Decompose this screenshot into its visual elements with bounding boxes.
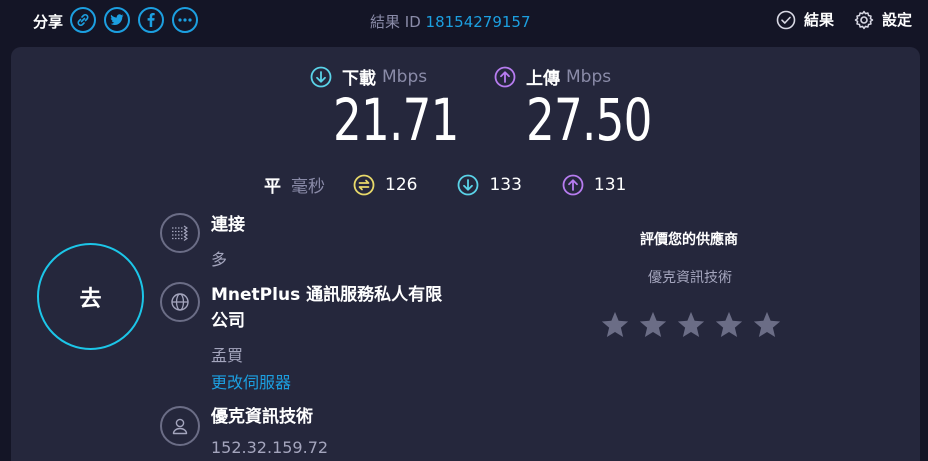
star-rating[interactable] — [600, 310, 790, 340]
isp-ip: 152.32.159.72 — [211, 438, 329, 457]
star-icon-2[interactable] — [638, 310, 668, 340]
server-name: MnetPlus 通訊服務私人有限 公司 — [211, 282, 442, 334]
results-label: 結果 — [804, 11, 835, 29]
check-circle-icon — [776, 10, 796, 29]
go-button[interactable]: 去 — [37, 243, 144, 350]
ping-idle-value: 126 — [385, 174, 418, 195]
download-arrow-icon — [310, 66, 332, 87]
ping-unit: 毫秒 — [291, 177, 325, 197]
settings-button[interactable]: 設定 — [854, 9, 912, 30]
user-icon — [160, 406, 200, 446]
twitter-icon — [110, 14, 124, 26]
change-server-link[interactable]: 更改伺服器 — [211, 369, 291, 393]
result-id-label: 結果 ID — [370, 13, 421, 31]
upload-speed-value: 27.50 — [526, 86, 652, 154]
ping-upload-value: 131 — [593, 174, 627, 195]
gear-icon — [854, 10, 874, 29]
rate-provider-name: 優克資訊技術 — [648, 270, 732, 286]
result-id: 結果 ID 18154279157 — [370, 11, 531, 32]
download-speed-value: 21.71 — [333, 86, 459, 154]
globe-icon — [160, 282, 200, 322]
server-location: 孟買 — [211, 346, 244, 365]
ping-download: 133 — [457, 174, 522, 196]
link-icon — [77, 14, 89, 26]
share-facebook-button[interactable] — [138, 7, 164, 33]
connections-value: 多 — [211, 250, 228, 269]
connections-icon — [160, 213, 200, 253]
more-icon — [178, 18, 192, 22]
upload-arrow-icon — [494, 66, 516, 87]
top-bar: 分享 結果 ID 18154279157 結果 設定 — [0, 0, 928, 42]
ping-download-value: 133 — [489, 174, 522, 195]
star-icon-3[interactable] — [676, 310, 706, 340]
download-ping-icon — [458, 174, 479, 195]
idle-ping-icon — [353, 174, 375, 195]
ping-upload: 131 — [562, 174, 626, 196]
connections-label: 連接 — [211, 215, 245, 235]
ping-row: 平 毫秒 126 133 131 — [264, 172, 666, 197]
server-name-line-2: 公司 — [211, 311, 245, 331]
share-more-button[interactable] — [172, 7, 198, 33]
ping-idle: 126 — [353, 174, 417, 196]
star-icon-4[interactable] — [714, 310, 744, 340]
server-name-line-1: MnetPlus 通訊服務私人有限 — [211, 285, 443, 305]
share-twitter-button[interactable] — [104, 7, 130, 33]
star-icon-1[interactable] — [600, 310, 630, 340]
isp-name: 優克資訊技術 — [211, 407, 313, 427]
result-panel — [11, 47, 920, 461]
download-unit: Mbps — [382, 66, 428, 87]
settings-label: 設定 — [882, 11, 913, 29]
rate-provider-title: 評價您的供應商 — [640, 232, 738, 248]
ping-label: 平 — [264, 177, 281, 197]
star-icon-5[interactable] — [752, 310, 782, 340]
upload-unit: Mbps — [566, 66, 612, 87]
share-link-button[interactable] — [70, 7, 96, 33]
facebook-icon — [147, 13, 155, 27]
results-button[interactable]: 結果 — [776, 9, 834, 30]
share-label: 分享 — [33, 13, 64, 31]
result-id-link[interactable]: 18154279157 — [426, 13, 531, 31]
upload-ping-icon — [562, 174, 584, 195]
